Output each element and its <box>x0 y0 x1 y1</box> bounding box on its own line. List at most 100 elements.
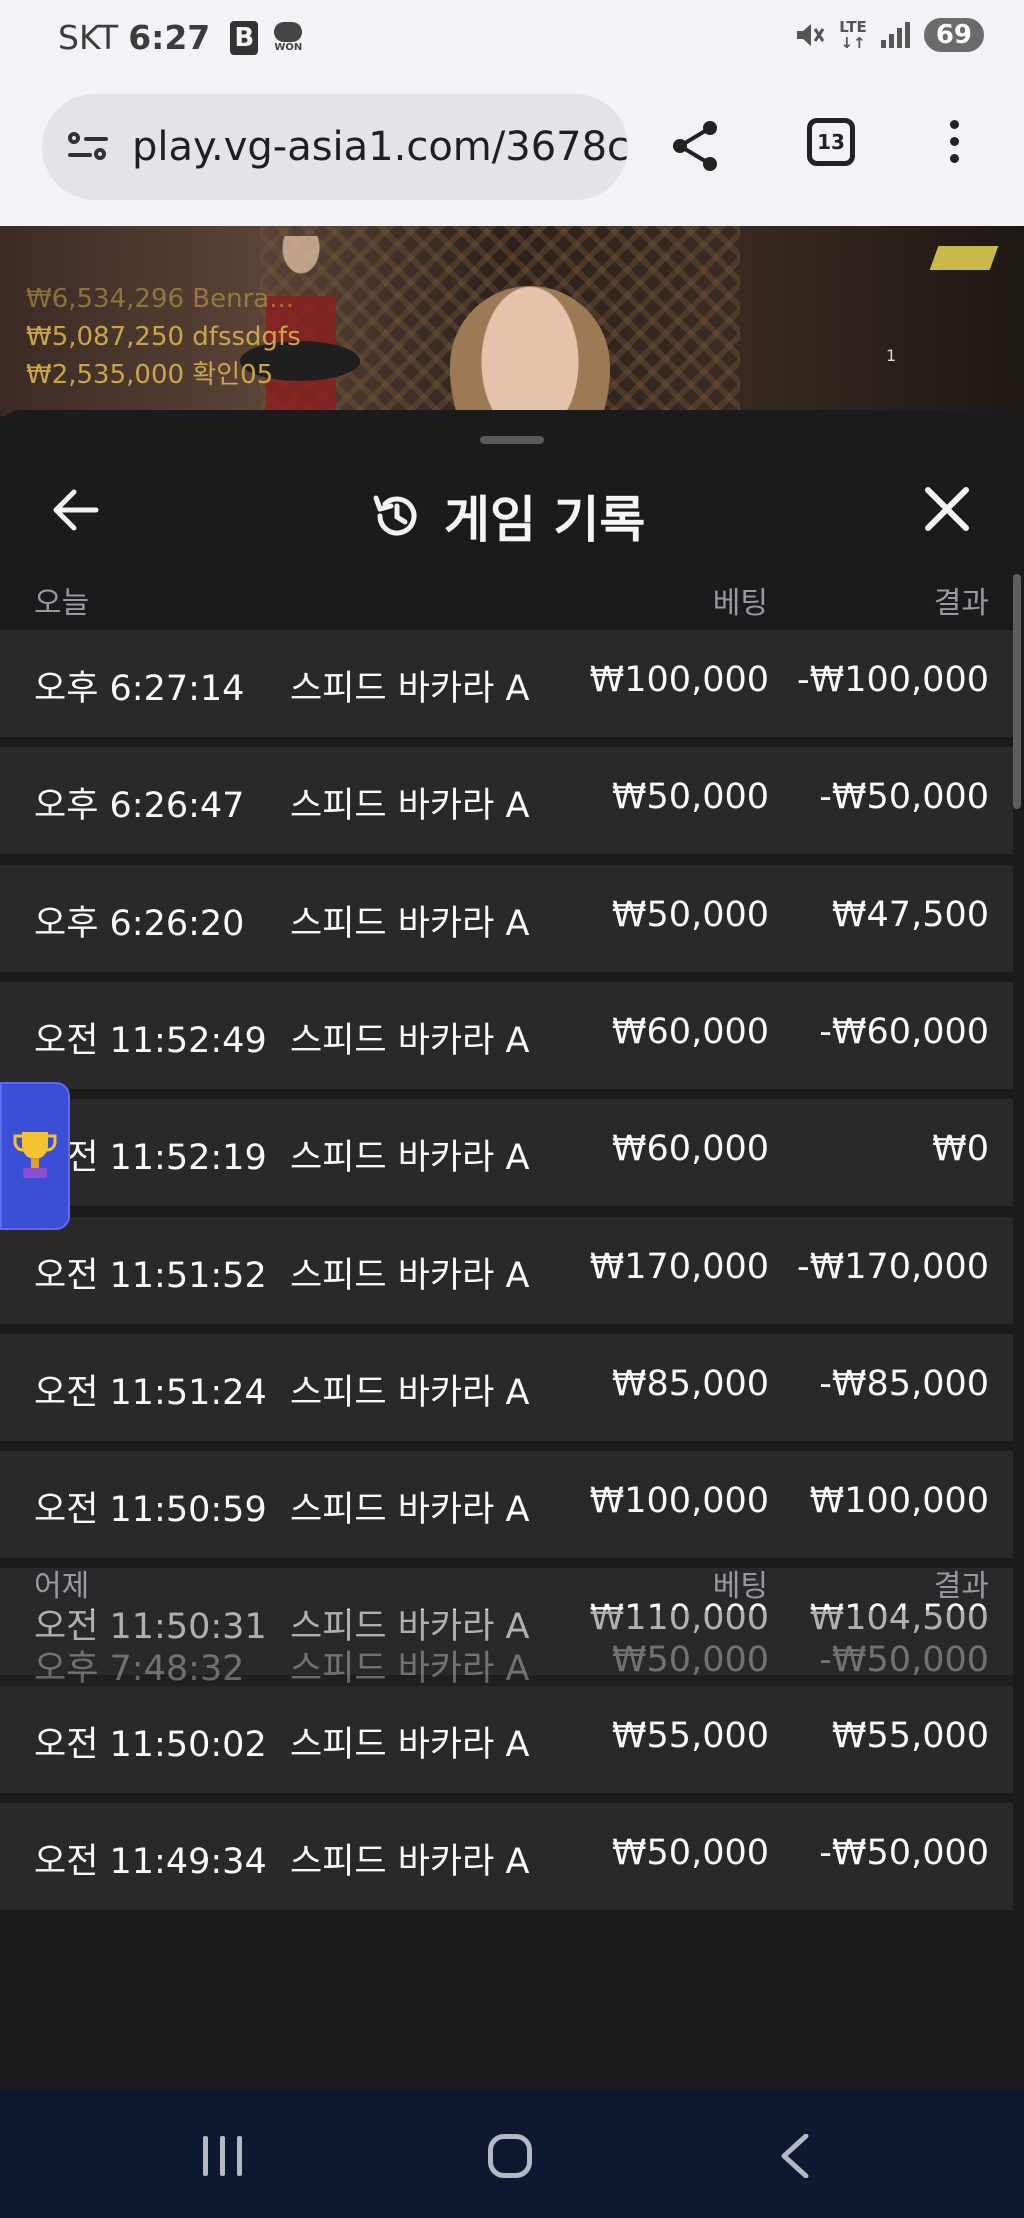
row-game-name: 스피드 바카라 A <box>290 1138 530 1179</box>
row-result-amount: ₩100,000 <box>809 1481 989 1522</box>
history-row[interactable]: 오후 6:27:14 스피드 바카라 A ₩100,000 -₩100,000 <box>0 630 1013 737</box>
history-row[interactable]: 오후 6:26:47 스피드 바카라 A ₩50,000 -₩50,000 <box>0 747 1013 855</box>
history-row[interactable]: 오전 11:49:34 스피드 바카라 A ₩50,000 -₩50,000 <box>0 1803 1013 1910</box>
row-time: 오전 11:52:49 <box>34 1020 267 1061</box>
row-time: 오후 6:27:14 <box>34 669 245 709</box>
row-game-name: 스피드 바카라 A <box>290 903 530 944</box>
row-game-name: 스피드 바카라 A <box>290 669 530 709</box>
row-game-name: 스피드 바카라 A <box>290 1020 530 1061</box>
game-history-sheet: 게임 기록 오늘 베팅 결과 오후 6:27:14 스피드 바카라 A ₩100,0… <box>0 410 1024 2090</box>
b-app-icon: B <box>230 20 259 55</box>
row-game-name: 스피드 바카라 A <box>290 1649 530 1689</box>
row-time: 오전 11:50:02 <box>34 1724 267 1765</box>
sheet-grabber[interactable] <box>480 436 544 444</box>
browser-toolbar: play.vg-asia1.com/3678c0 13 <box>0 80 1024 226</box>
battery-badge: 69 <box>923 18 984 52</box>
history-row[interactable]: 오전 11:52:19 스피드 바카라 A ₩60,000 ₩0 <box>0 1099 1013 1207</box>
arrow-left-icon[interactable] <box>52 488 100 532</box>
lte-indicator: LTE ↓↑ <box>839 18 867 52</box>
history-row[interactable]: 오전 11:51:24 스피드 바카라 A ₩85,000 -₩85,000 <box>0 1333 1013 1441</box>
row-bet-amount: ₩50,000 <box>611 894 769 935</box>
section-header-today: 오늘 베팅 결과 <box>0 570 1024 621</box>
row-game-name: 스피드 바카라 A <box>290 1372 530 1413</box>
history-row[interactable]: 오전 11:50:59 스피드 바카라 A ₩100,000 ₩100,000 <box>0 1451 1013 1559</box>
status-left: SKT 6:27 B WON <box>58 18 303 57</box>
row-result-amount: ₩0 <box>932 1129 989 1170</box>
live-video: ₩6,534,296 Benra... ₩5,087,250 dfssdgfs … <box>0 226 1024 416</box>
video-marker: 1 <box>886 346 897 365</box>
row-result-amount: -₩50,000 <box>819 1640 989 1680</box>
history-row[interactable]: 오전 11:52:49 스피드 바카라 A ₩60,000 -₩60,000 <box>0 981 1013 1089</box>
sheet-header: 게임 기록 <box>0 470 1024 550</box>
url-bar[interactable]: play.vg-asia1.com/3678c0 <box>42 94 628 200</box>
row-time: 오후 6:26:47 <box>34 786 245 827</box>
row-time: 오전 11:51:24 <box>34 1372 267 1413</box>
trophy-button[interactable] <box>0 1082 70 1230</box>
won-label: WON <box>274 42 303 53</box>
title-wrap: 게임 기록 <box>370 480 645 552</box>
row-bet-amount: ₩100,000 <box>589 660 769 700</box>
row-result-amount: -₩50,000 <box>819 777 989 818</box>
row-bet-amount: ₩60,000 <box>611 1129 769 1170</box>
row-bet-amount: ₩50,000 <box>611 777 769 818</box>
row-result-amount: ₩47,500 <box>831 894 989 935</box>
row-bet-amount: ₩50,000 <box>611 1833 769 1873</box>
back-nav-icon[interactable] <box>780 2134 810 2178</box>
winner-item: ₩2,535,000 확인05 <box>26 360 274 390</box>
row-time: 오후 6:26:20 <box>34 903 245 944</box>
carrier-label: SKT <box>58 18 119 57</box>
row-result-amount: -₩85,000 <box>819 1363 989 1404</box>
row-bet-amount: ₩55,000 <box>611 1715 769 1756</box>
won-app-icon: WON <box>274 22 303 53</box>
bet-column-header: 베팅 <box>712 586 768 621</box>
row-bet-amount: ₩170,000 <box>589 1246 769 1287</box>
url-text[interactable]: play.vg-asia1.com/3678c0 <box>132 124 628 170</box>
row-time: 오전 11:49:34 <box>34 1842 267 1882</box>
row-result-amount: -₩60,000 <box>819 1011 989 1052</box>
share-icon[interactable] <box>668 118 724 174</box>
history-row[interactable]: 오전 11:51:52 스피드 바카라 A ₩170,000 -₩170,000 <box>0 1216 1013 1324</box>
row-time: 오전 11:50:59 <box>34 1490 267 1531</box>
result-column-header: 결과 <box>933 586 989 621</box>
history-icon <box>373 495 417 536</box>
row-bet-amount: ₩50,000 <box>611 1640 769 1680</box>
row-result-amount: -₩50,000 <box>819 1833 989 1873</box>
video-accent <box>929 246 999 270</box>
home-button[interactable] <box>488 2134 532 2178</box>
row-time: 오후 7:48:32 <box>34 1649 245 1689</box>
winner-item: ₩5,087,250 dfssdgfs <box>26 322 301 352</box>
row-game-name: 스피드 바카라 A <box>290 1842 530 1882</box>
system-nav-bar <box>0 2090 1024 2218</box>
section-label: 어제 <box>34 1569 90 1604</box>
status-right: LTE ↓↑ 69 <box>793 18 984 52</box>
row-time: 오전 11:51:52 <box>34 1255 267 1296</box>
history-row[interactable]: 오후 6:26:20 스피드 바카라 A ₩50,000 ₩47,500 <box>0 864 1013 972</box>
row-result-amount: ₩55,000 <box>831 1715 989 1756</box>
result-column-header: 결과 <box>933 1569 989 1604</box>
row-game-name: 스피드 바카라 A <box>290 1255 530 1296</box>
row-result-amount: -₩100,000 <box>797 660 989 700</box>
close-icon[interactable] <box>922 484 972 534</box>
clock: 6:27 <box>128 18 211 57</box>
status-bar: SKT 6:27 B WON LTE ↓↑ 69 <box>0 0 1024 80</box>
row-result-amount: -₩170,000 <box>797 1246 989 1287</box>
row-bet-amount: ₩85,000 <box>611 1363 769 1404</box>
trophy-icon <box>13 1132 57 1178</box>
row-bet-amount: ₩100,000 <box>589 1481 769 1522</box>
winner-list: ₩6,534,296 Benra... ₩5,087,250 dfssdgfs … <box>26 280 301 394</box>
winner-item: ₩6,534,296 Benra... <box>26 284 295 314</box>
mute-icon <box>797 24 825 46</box>
row-bet-amount: ₩60,000 <box>611 1011 769 1052</box>
signal-icon <box>880 22 910 48</box>
section-header-yesterday: 어제 베팅 결과 <box>0 1553 1024 1604</box>
history-row[interactable]: 오후 7:48:32 스피드 바카라 A ₩50,000 -₩50,000 <box>0 1610 1013 1717</box>
sheet-title: 게임 기록 <box>444 491 646 549</box>
site-settings-icon[interactable] <box>68 132 108 162</box>
bet-column-header: 베팅 <box>712 1569 768 1604</box>
row-game-name: 스피드 바카라 A <box>290 1490 530 1531</box>
more-menu-icon[interactable] <box>950 120 962 171</box>
recent-apps-button[interactable] <box>203 2136 242 2176</box>
row-game-name: 스피드 바카라 A <box>290 1724 530 1765</box>
tab-switcher-button[interactable]: 13 <box>807 118 855 166</box>
section-label: 오늘 <box>34 586 90 621</box>
